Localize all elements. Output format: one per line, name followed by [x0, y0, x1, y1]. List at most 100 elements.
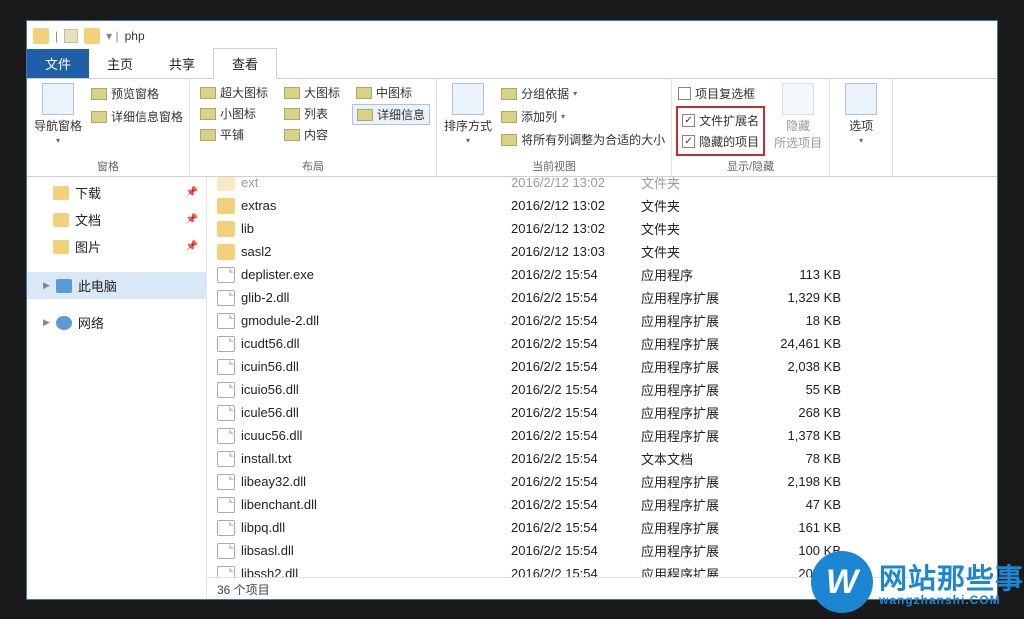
file-row[interactable]: libeay32.dll2016/2/2 15:54应用程序扩展2,198 KB	[207, 470, 997, 493]
layout-lg[interactable]: 大图标	[280, 83, 344, 102]
addcol-button[interactable]: 添加列 ▾	[501, 106, 665, 127]
nav-network[interactable]: ▶网络	[27, 309, 206, 336]
file-date: 2016/2/2 15:54	[511, 382, 641, 397]
nav-downloads[interactable]: 下载📌	[27, 179, 206, 206]
details-pane-toggle[interactable]: 详细信息窗格	[91, 106, 183, 127]
file-size: 268 KB	[771, 405, 851, 420]
hide-icon	[782, 83, 814, 115]
chevron-right-icon: ▶	[43, 280, 50, 291]
nav-tree: 下载📌 文档📌 图片📌 ▶此电脑 ▶网络	[27, 177, 207, 599]
file-row[interactable]: glib-2.dll2016/2/2 15:54应用程序扩展1,329 KB	[207, 286, 997, 309]
file-icon	[217, 520, 235, 536]
file-row[interactable]: icule56.dll2016/2/2 15:54应用程序扩展268 KB	[207, 401, 997, 424]
file-name: libsasl.dll	[241, 543, 511, 558]
layout-tiles[interactable]: 平铺	[196, 125, 272, 144]
layout-xl[interactable]: 超大图标	[196, 83, 272, 102]
ribbon-tabs: 文件 主页 共享 查看	[27, 51, 997, 79]
file-row[interactable]: sasl22016/2/12 13:03文件夹	[207, 240, 997, 263]
folder-icon	[53, 240, 69, 254]
layout-list[interactable]: 列表	[280, 104, 344, 123]
folder-icon	[53, 186, 69, 200]
file-name: icuuc56.dll	[241, 428, 511, 443]
nav-this-pc[interactable]: ▶此电脑	[27, 272, 206, 299]
checkbox-icon	[678, 87, 691, 100]
file-name: icudt56.dll	[241, 336, 511, 351]
sort-button[interactable]: 排序方式 ▾	[443, 83, 493, 145]
file-date: 2016/2/2 15:54	[511, 474, 641, 489]
file-row[interactable]: extras2016/2/12 13:02文件夹	[207, 194, 997, 217]
file-date: 2016/2/12 13:02	[511, 198, 641, 213]
file-name: libpq.dll	[241, 520, 511, 535]
options-icon	[845, 83, 877, 115]
options-button[interactable]: 选项 ▾	[836, 83, 886, 145]
layout-details[interactable]: 详细信息	[352, 104, 430, 125]
file-icon	[217, 290, 235, 306]
hidden-items-toggle[interactable]: ✓隐藏的项目	[682, 131, 759, 152]
file-type: 文本文档	[641, 449, 771, 468]
file-size: 55 KB	[771, 382, 851, 397]
file-icon	[217, 359, 235, 375]
preview-icon	[91, 88, 107, 100]
file-type: 应用程序扩展	[641, 564, 771, 577]
fitcols-button[interactable]: 将所有列调整为合适的大小	[501, 129, 665, 150]
file-name: extras	[241, 198, 511, 213]
file-type: 应用程序扩展	[641, 403, 771, 422]
file-icon	[217, 543, 235, 559]
tab-home[interactable]: 主页	[89, 49, 151, 78]
file-type: 文件夹	[641, 242, 771, 261]
highlight-annotation: ✓文件扩展名 ✓隐藏的项目	[676, 106, 765, 156]
layout-sm[interactable]: 小图标	[196, 104, 272, 123]
tab-file[interactable]: 文件	[27, 49, 89, 78]
file-row[interactable]: install.txt2016/2/2 15:54文本文档78 KB	[207, 447, 997, 470]
file-icon	[217, 566, 235, 578]
nav-documents[interactable]: 文档📌	[27, 206, 206, 233]
file-name: gmodule-2.dll	[241, 313, 511, 328]
file-size: 24,461 KB	[771, 336, 851, 351]
file-type: 应用程序扩展	[641, 357, 771, 376]
nav-pane-button[interactable]: 导航窗格 ▾	[33, 83, 83, 145]
preview-pane-toggle[interactable]: 预览窗格	[91, 83, 183, 104]
file-ext-toggle[interactable]: ✓文件扩展名	[682, 110, 759, 131]
qat-icon[interactable]	[64, 29, 78, 43]
file-row[interactable]: libpq.dll2016/2/2 15:54应用程序扩展161 KB	[207, 516, 997, 539]
file-date: 2016/2/2 15:54	[511, 313, 641, 328]
file-row[interactable]: libenchant.dll2016/2/2 15:54应用程序扩展47 KB	[207, 493, 997, 516]
file-size: 2,038 KB	[771, 359, 851, 374]
file-date: 2016/2/2 15:54	[511, 451, 641, 466]
file-size: 161 KB	[771, 520, 851, 535]
file-row[interactable]: lib2016/2/12 13:02文件夹	[207, 217, 997, 240]
tab-share[interactable]: 共享	[151, 49, 213, 78]
file-type: 文件夹	[641, 219, 771, 238]
file-icon	[217, 497, 235, 513]
content-area: 下载📌 文档📌 图片📌 ▶此电脑 ▶网络 ext2016/2/12 13:02文…	[27, 177, 997, 599]
tab-view[interactable]: 查看	[213, 48, 277, 79]
file-row[interactable]: ext2016/2/12 13:02文件夹	[207, 177, 997, 194]
item-checkboxes-toggle[interactable]: 项目复选框	[678, 83, 765, 104]
file-row[interactable]: icuio56.dll2016/2/2 15:54应用程序扩展55 KB	[207, 378, 997, 401]
groupby-button[interactable]: 分组依据 ▾	[501, 83, 665, 104]
file-name: libeay32.dll	[241, 474, 511, 489]
checkbox-checked-icon: ✓	[682, 114, 695, 127]
file-icon	[217, 313, 235, 329]
file-row[interactable]: icuuc56.dll2016/2/2 15:54应用程序扩展1,378 KB	[207, 424, 997, 447]
hide-selected-button[interactable]: 隐藏 所选项目	[773, 83, 823, 151]
layout-md[interactable]: 中图标	[352, 83, 430, 102]
file-row[interactable]: gmodule-2.dll2016/2/2 15:54应用程序扩展18 KB	[207, 309, 997, 332]
checkbox-checked-icon: ✓	[682, 135, 695, 148]
file-name: lib	[241, 221, 511, 236]
file-icon	[217, 382, 235, 398]
nav-pictures[interactable]: 图片📌	[27, 233, 206, 260]
title-bar: | ▾ | php	[27, 21, 997, 51]
file-list[interactable]: ext2016/2/12 13:02文件夹extras2016/2/12 13:…	[207, 177, 997, 577]
file-name: glib-2.dll	[241, 290, 511, 305]
file-icon	[217, 428, 235, 444]
file-size: 78 KB	[771, 451, 851, 466]
layout-content[interactable]: 内容	[280, 125, 344, 144]
file-size: 1,378 KB	[771, 428, 851, 443]
file-row[interactable]: icudt56.dll2016/2/2 15:54应用程序扩展24,461 KB	[207, 332, 997, 355]
file-name: sasl2	[241, 244, 511, 259]
file-row[interactable]: icuin56.dll2016/2/2 15:54应用程序扩展2,038 KB	[207, 355, 997, 378]
file-row[interactable]: deplister.exe2016/2/2 15:54应用程序113 KB	[207, 263, 997, 286]
file-date: 2016/2/2 15:54	[511, 497, 641, 512]
file-date: 2016/2/2 15:54	[511, 290, 641, 305]
